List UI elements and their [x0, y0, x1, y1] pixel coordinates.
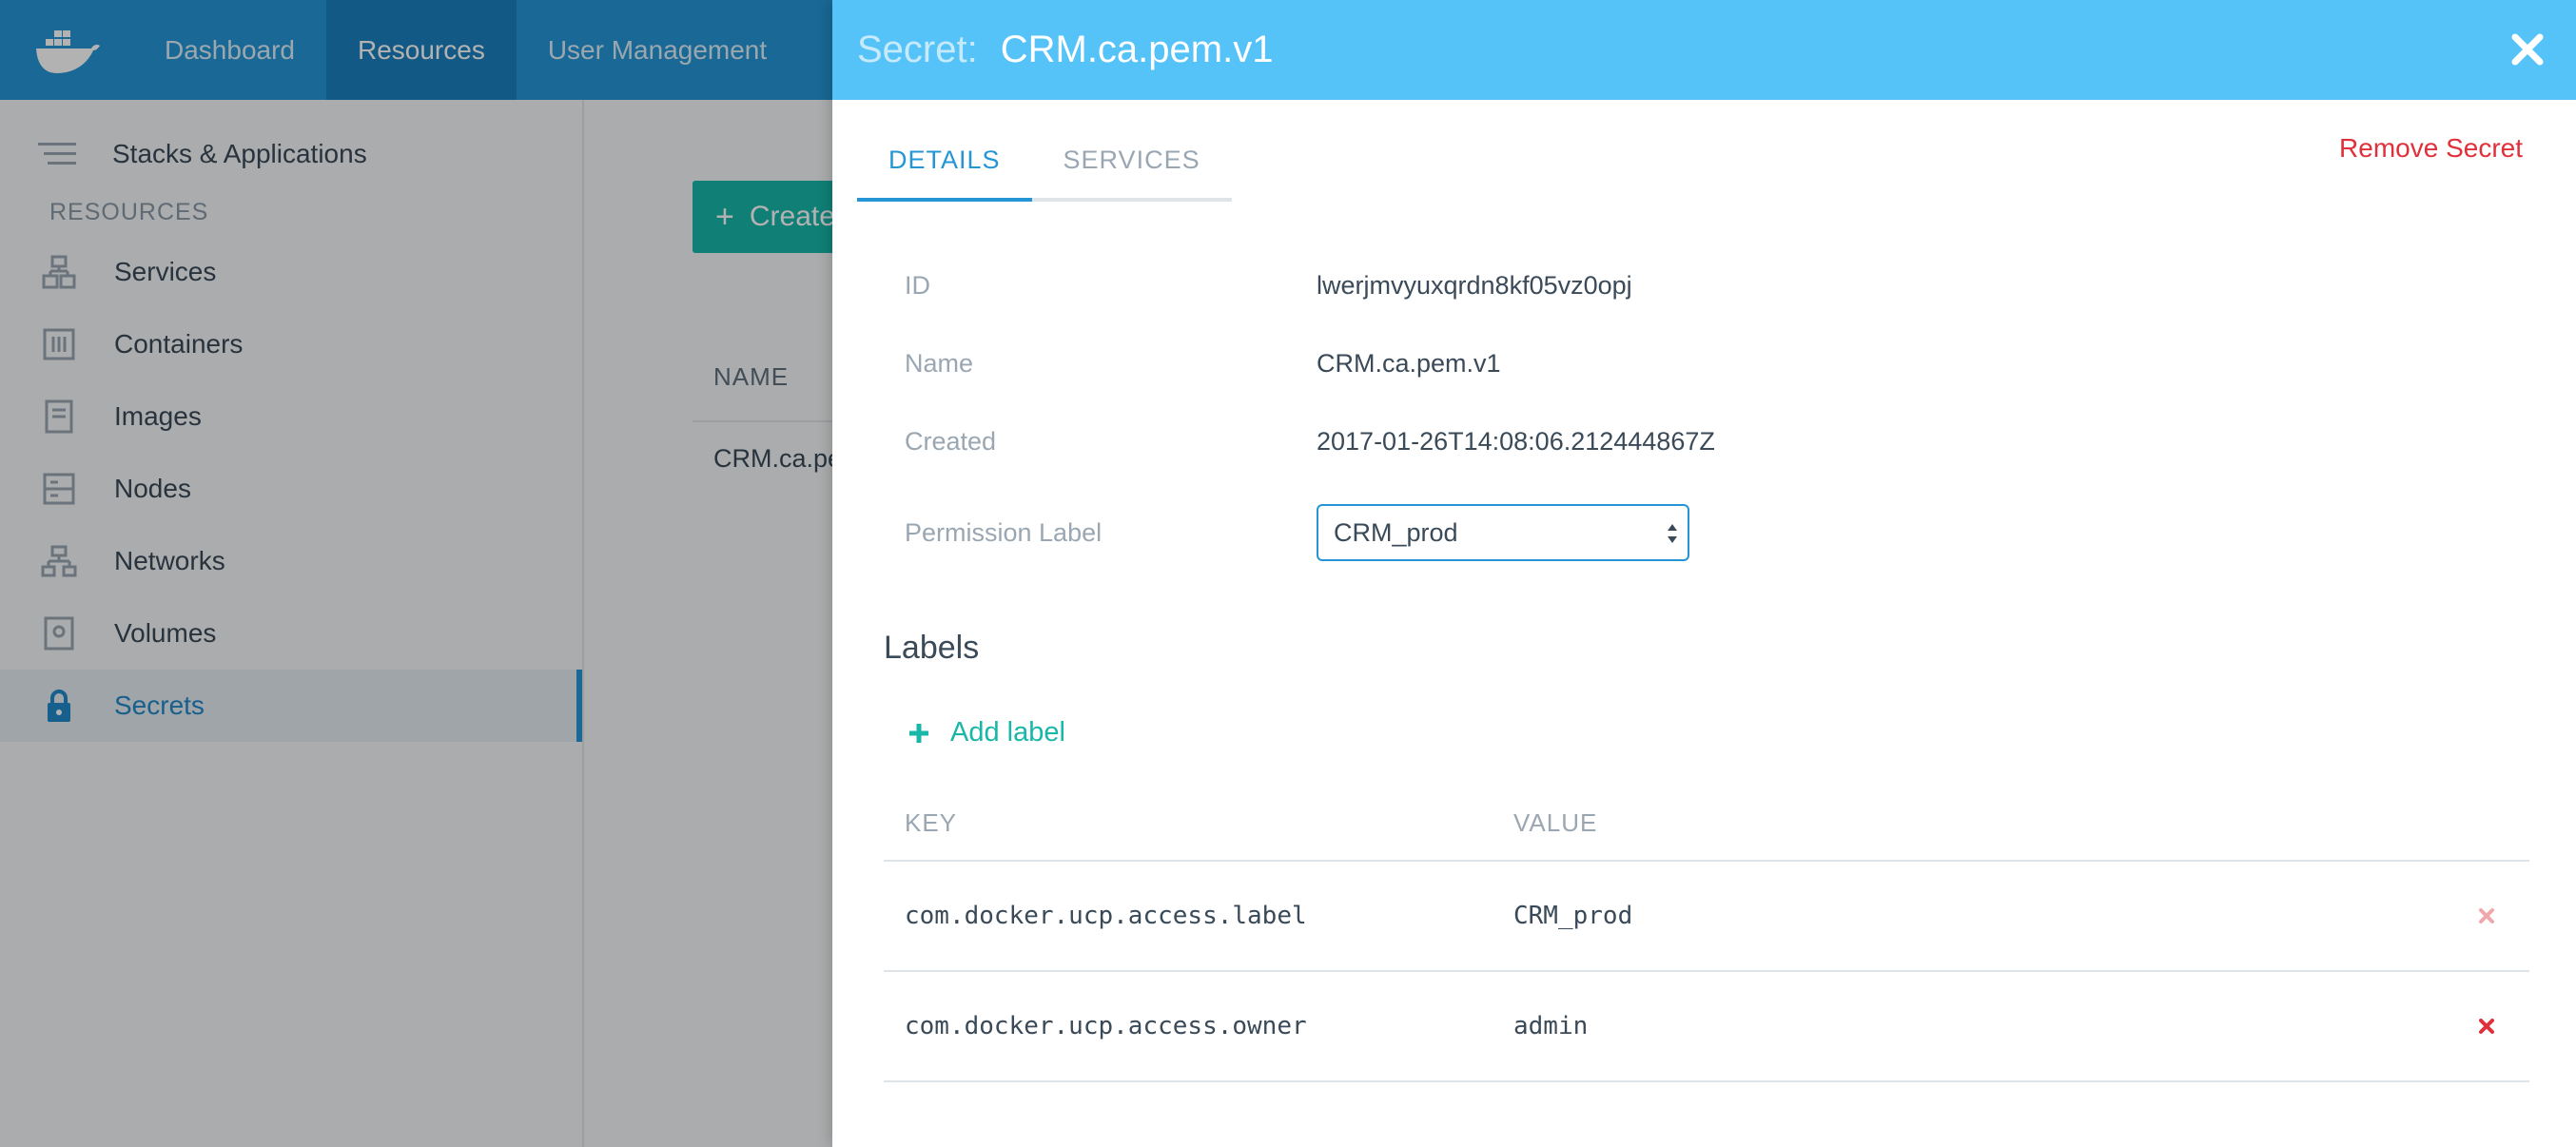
label-key: com.docker.ucp.access.label	[905, 902, 1307, 930]
column-header-key: KEY	[905, 807, 958, 837]
table-header: KEY VALUE	[884, 786, 2529, 862]
id-label: ID	[905, 271, 930, 300]
name-value: CRM.ca.pem.v1	[1317, 349, 1501, 378]
label-key: com.docker.ucp.access.owner	[905, 1012, 1307, 1040]
name-label: Name	[905, 349, 974, 378]
detail-row-created: Created 2017-01-26T14:08:06.212444867Z	[905, 427, 1715, 457]
column-header-value: VALUE	[1513, 807, 1598, 837]
secret-detail-panel: Secret: CRM.ca.pem.v1 DETAILS SERVICES R…	[832, 0, 2576, 1147]
plus-icon	[909, 723, 928, 743]
label-value: CRM_prod	[1513, 902, 1633, 930]
tab-bar: DETAILS SERVICES	[857, 136, 1232, 202]
detail-row-permission: Permission Label CRM_prod	[905, 504, 1689, 561]
detail-row-name: Name CRM.ca.pem.v1	[905, 349, 1501, 379]
close-button[interactable]	[2504, 26, 2551, 73]
close-icon	[2511, 33, 2544, 66]
permission-label: Permission Label	[905, 517, 1103, 547]
label-value: admin	[1513, 1012, 1589, 1040]
delete-x-icon	[2479, 1019, 2494, 1034]
panel-header: Secret: CRM.ca.pem.v1	[832, 0, 2576, 100]
delete-x-icon	[2479, 908, 2494, 923]
table-row: com.docker.ucp.access.owner admin	[884, 972, 2529, 1082]
delete-label-button[interactable]	[2444, 907, 2529, 924]
modal-overlay[interactable]	[0, 0, 832, 1147]
tab-services[interactable]: SERVICES	[1032, 136, 1232, 198]
labels-heading: Labels	[884, 630, 980, 666]
labels-table: KEY VALUE com.docker.ucp.access.label CR…	[884, 786, 2529, 1082]
detail-row-id: ID lwerjmvyuxqrdn8kf05vz0opj	[905, 271, 1632, 301]
id-value: lwerjmvyuxqrdn8kf05vz0opj	[1317, 271, 1632, 300]
created-label: Created	[905, 427, 997, 456]
add-label-button[interactable]: Add label	[908, 717, 1065, 748]
select-arrows-icon	[1668, 524, 1677, 543]
tab-details[interactable]: DETAILS	[857, 136, 1032, 202]
created-value: 2017-01-26T14:08:06.212444867Z	[1317, 427, 1715, 456]
delete-label-button[interactable]	[2444, 1018, 2529, 1035]
permission-select-value: CRM_prod	[1334, 517, 1458, 547]
panel-title-prefix: Secret:	[857, 29, 978, 70]
remove-secret-button[interactable]: Remove Secret	[2339, 133, 2523, 164]
add-label-text: Add label	[950, 717, 1065, 748]
table-row: com.docker.ucp.access.label CRM_prod	[884, 862, 2529, 972]
panel-title: CRM.ca.pem.v1	[1000, 29, 1274, 70]
permission-label-select[interactable]: CRM_prod	[1317, 504, 1689, 561]
